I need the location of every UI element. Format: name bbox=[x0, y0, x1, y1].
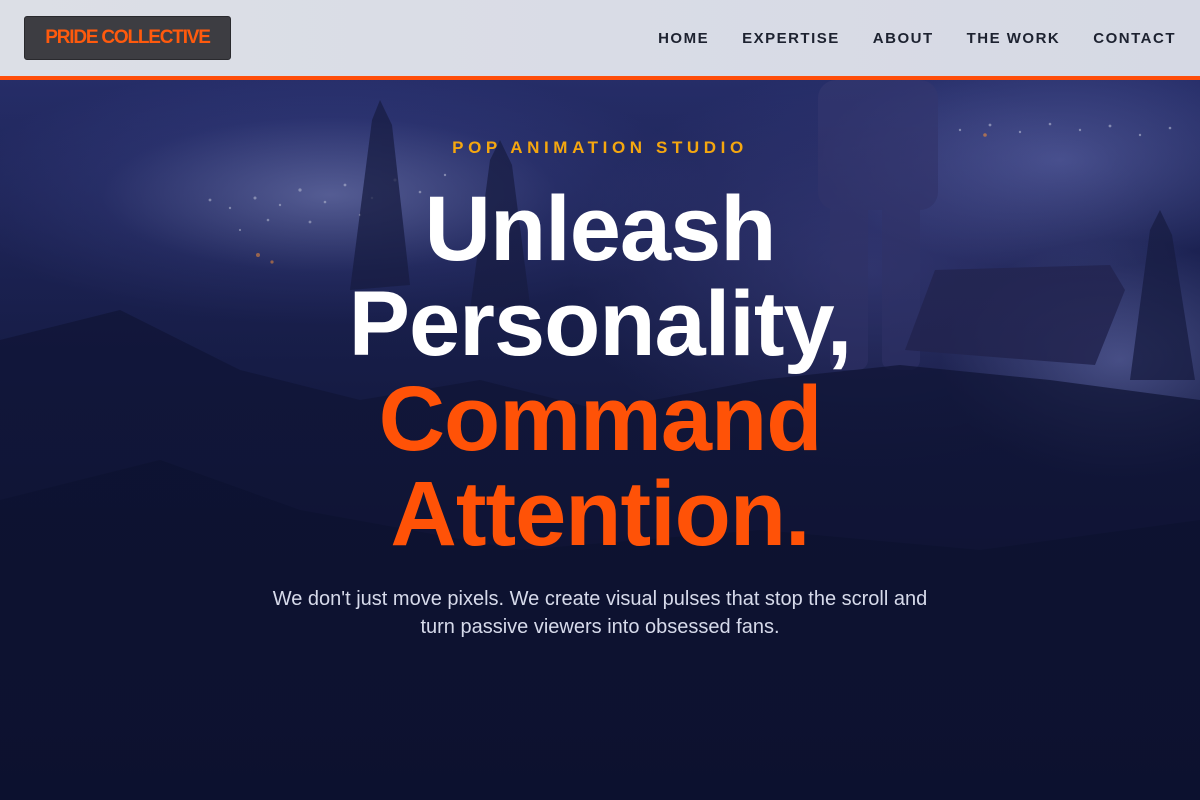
nav-about[interactable]: ABOUT bbox=[873, 30, 934, 47]
main-nav: HOME EXPERTISE ABOUT THE WORK CONTACT bbox=[625, 0, 1176, 76]
logo[interactable]: PRIDE COLLECTIVE bbox=[24, 16, 231, 60]
headline-line-2: Personality, bbox=[348, 273, 853, 375]
hero-headline: Unleash Personality, Command Attention. bbox=[0, 182, 1200, 562]
headline-line-3: Command bbox=[378, 368, 823, 470]
hero-section: POP ANIMATION STUDIO Unleash Personality… bbox=[0, 80, 1200, 800]
hero-subtext: We don't just move pixels. We create vis… bbox=[272, 588, 928, 638]
nav-home[interactable]: HOME bbox=[658, 30, 709, 47]
nav-the-work[interactable]: THE WORK bbox=[967, 30, 1061, 47]
nav-contact[interactable]: CONTACT bbox=[1093, 30, 1176, 47]
nav-expertise[interactable]: EXPERTISE bbox=[742, 30, 840, 47]
headline-line-1: Unleash bbox=[424, 178, 777, 280]
hero-eyebrow: POP ANIMATION STUDIO bbox=[452, 138, 748, 157]
site-header: PRIDE COLLECTIVE HOME EXPERTISE ABOUT TH… bbox=[0, 0, 1200, 80]
headline-line-4: Attention. bbox=[390, 463, 810, 565]
